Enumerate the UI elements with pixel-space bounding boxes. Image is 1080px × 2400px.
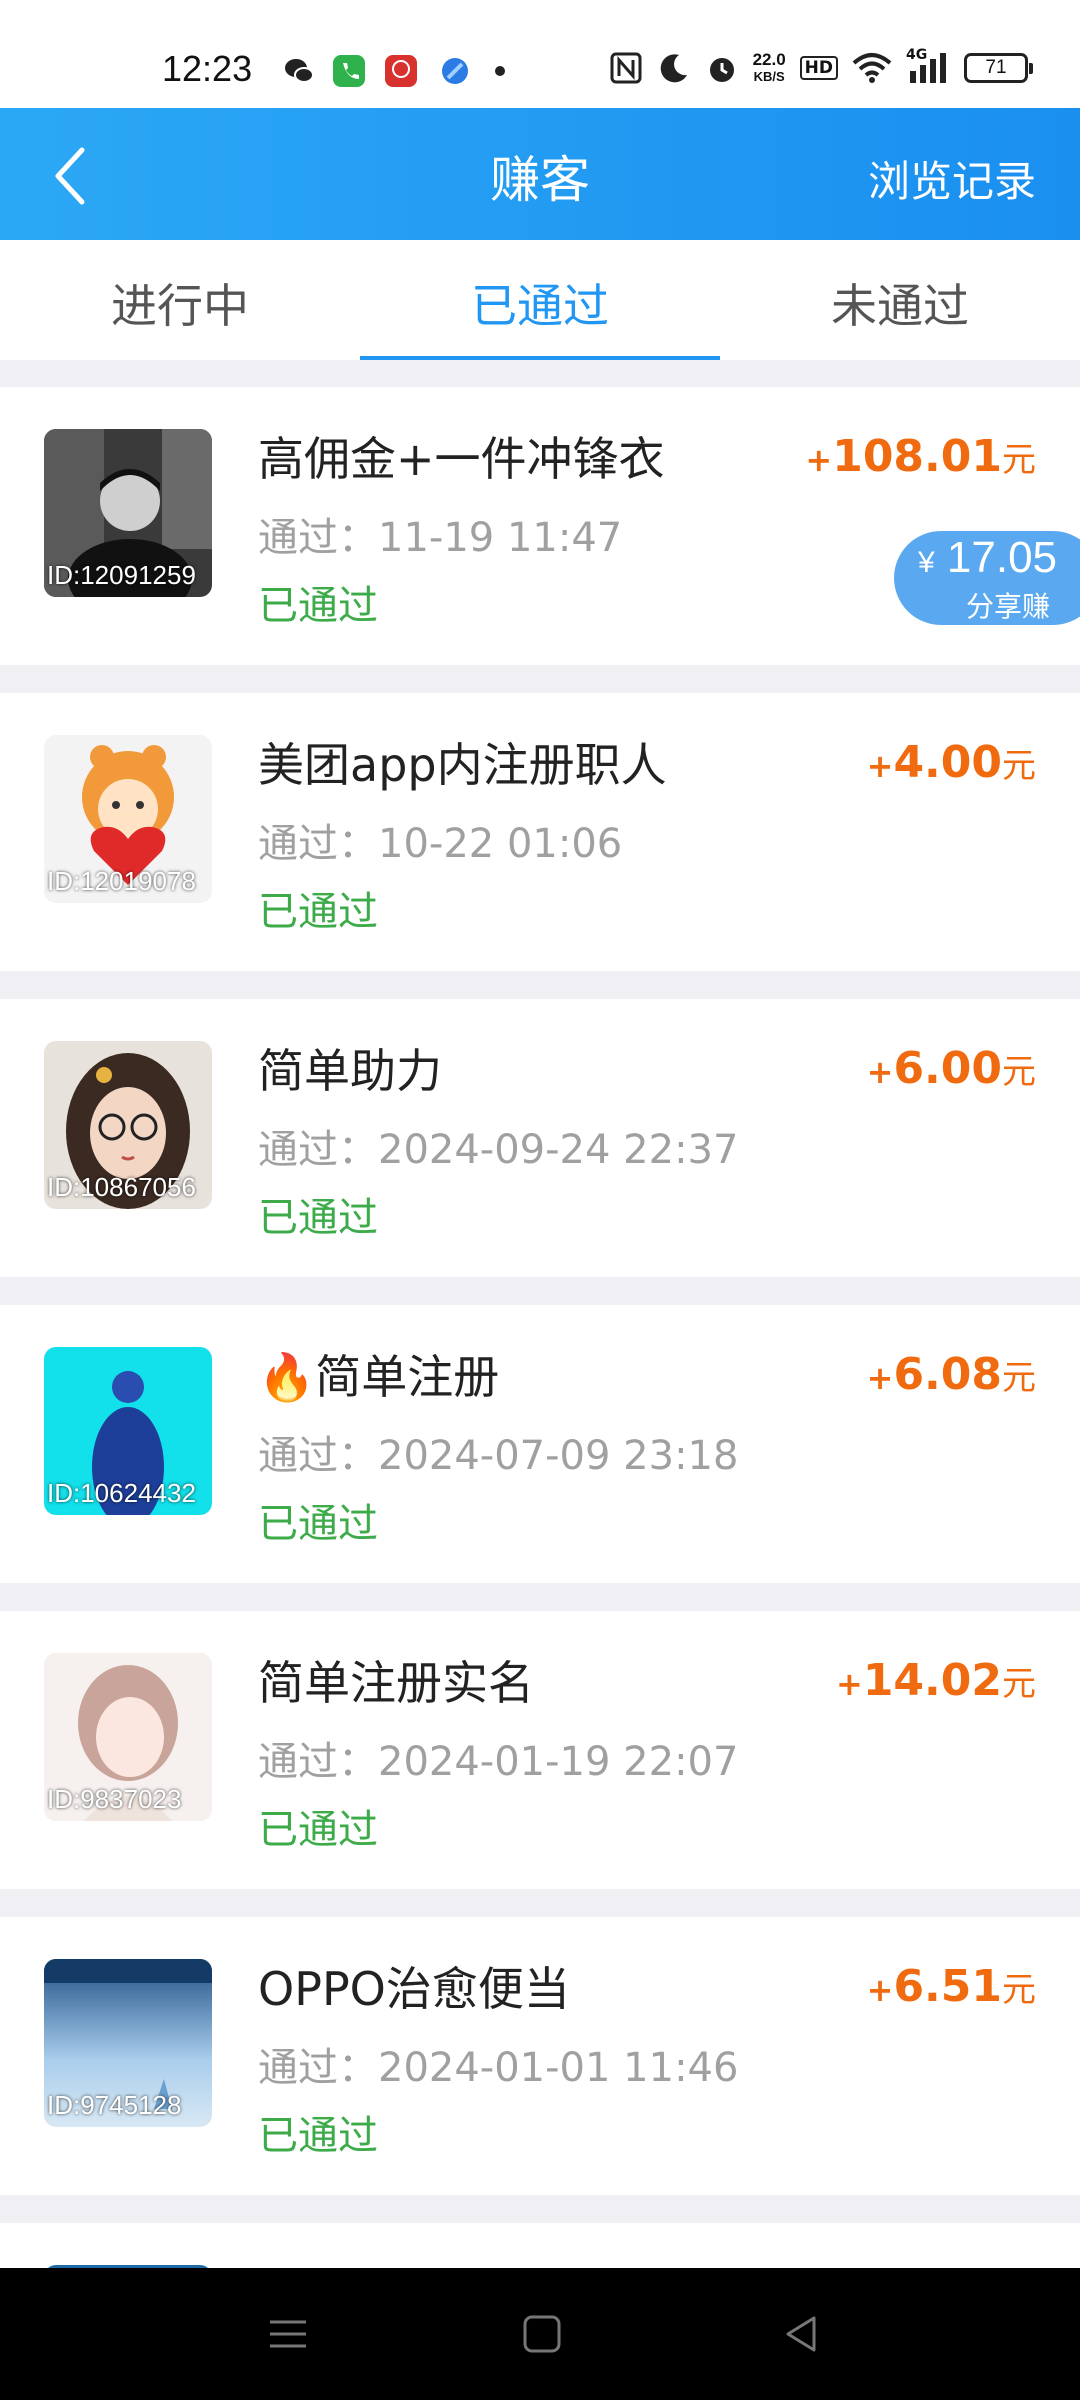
reward-amount: 14.02	[862, 1655, 1002, 1706]
task-title: 简单注册实名	[258, 1656, 534, 1710]
reward-unit: 元	[1002, 1358, 1036, 1398]
reward-unit: 元	[1002, 746, 1036, 786]
alarm-icon	[709, 58, 734, 82]
wifi-icon	[852, 53, 892, 83]
net-speed-unit: KB/S	[753, 69, 785, 84]
task-id: ID:10624432	[47, 1478, 196, 1508]
net-speed: 22.0 KB/S	[753, 51, 786, 85]
phone-icon	[333, 55, 365, 87]
system-nav-bar	[0, 2268, 1080, 2400]
task-status: 已通过	[258, 583, 378, 629]
reward-sign: +	[866, 1359, 894, 1397]
task-id: ID:9745128	[47, 2090, 182, 2120]
task-card[interactable]: ID:12019078 美团app内注册职人 通过：10-22 01:06 已通…	[0, 693, 1080, 971]
task-thumbnail: ID:10867056	[44, 1041, 212, 1209]
battery-level: 71	[985, 57, 1007, 78]
task-status: 已通过	[258, 889, 378, 935]
task-card[interactable]: ID:9745128 OPPO治愈便当 通过：2024-01-01 11:46 …	[0, 1917, 1080, 2195]
nfc-icon	[610, 52, 642, 84]
dot-icon	[495, 66, 505, 76]
home-icon[interactable]	[516, 2308, 568, 2360]
task-title: OPPO治愈便当	[258, 1962, 570, 2016]
share-currency: ¥	[918, 546, 935, 579]
task-pass-time: 通过：2024-01-01 11:46	[258, 2045, 739, 2091]
net-speed-value: 22.0	[752, 50, 786, 69]
browser-icon	[442, 58, 468, 84]
share-value: 17.05	[946, 533, 1058, 582]
task-thumbnail: ID:12019078	[44, 735, 212, 903]
task-pass-time: 通过：2024-07-09 23:18	[258, 1433, 739, 1479]
task-pass-time: 通过：11-19 11:47	[258, 515, 623, 561]
signal-icon	[910, 53, 946, 83]
task-title: 简单助力	[258, 1044, 442, 1098]
status-right: 22.0 KB/S HD 4G 71	[609, 47, 1033, 88]
battery-indicator: 71	[964, 53, 1033, 83]
task-id: ID:12091259	[47, 560, 196, 590]
tab-approved[interactable]: 已通过	[360, 240, 720, 360]
reward-sign: +	[805, 441, 833, 479]
wechat-icon	[285, 59, 314, 83]
reward-unit: 元	[1002, 1664, 1036, 1704]
status-time: 12:23	[162, 48, 253, 89]
task-reward: +14.02元	[836, 1655, 1036, 1706]
task-card[interactable]: ID:10624432 🔥简单注册 通过：2024-07-09 23:18 已通…	[0, 1305, 1080, 1583]
app-header: 赚客 浏览记录	[0, 108, 1080, 240]
task-reward: +4.00元	[867, 737, 1036, 788]
reward-amount: 4.00	[893, 737, 1002, 788]
task-title: 🔥简单注册	[258, 1350, 500, 1404]
menu-icon[interactable]	[262, 2308, 314, 2360]
reward-unit: 元	[1002, 440, 1036, 480]
task-status: 已通过	[258, 1501, 378, 1547]
task-card[interactable]: ID:12091259 高佣金+一件冲锋衣 通过：11-19 11:47 已通过…	[0, 387, 1080, 665]
task-pass-time: 通过：2024-09-24 22:37	[258, 1127, 739, 1173]
share-earn-button[interactable]: ¥ 17.05 分享赚	[894, 531, 1080, 625]
task-thumbnail: ID:9745128	[44, 1959, 212, 2127]
task-thumbnail: ID:12091259	[44, 429, 212, 597]
task-thumbnail: ID:9837023	[44, 1653, 212, 1821]
moon-icon	[660, 54, 687, 83]
back-icon[interactable]	[776, 2308, 828, 2360]
hd-badge: HD	[799, 56, 838, 80]
tab-bar: 进行中 已通过 未通过	[0, 240, 1080, 360]
task-title: 高佣金+一件冲锋衣	[258, 432, 665, 486]
tab-in-progress[interactable]: 进行中	[0, 240, 360, 360]
status-bar: 12:23 22.0 KB/S HD 4G 71	[0, 0, 1080, 108]
task-id: ID:12019078	[47, 866, 196, 896]
share-amount: ¥ 17.05	[918, 533, 1057, 583]
task-pass-time: 通过：10-22 01:06	[258, 821, 623, 867]
task-status: 已通过	[258, 2113, 378, 2159]
task-reward: +108.01元	[805, 431, 1036, 482]
task-reward: +6.51元	[867, 1961, 1036, 2012]
task-reward: +6.00元	[867, 1043, 1036, 1094]
task-title: 美团app内注册职人	[258, 738, 667, 792]
reward-unit: 元	[1002, 1970, 1036, 2010]
reward-sign: +	[866, 1053, 894, 1091]
reward-amount: 6.08	[893, 1349, 1002, 1400]
reward-amount: 108.01	[832, 431, 1002, 482]
app-icon	[385, 55, 417, 87]
reward-sign: +	[866, 747, 894, 785]
signal: 4G	[906, 47, 950, 85]
reward-amount: 6.00	[893, 1043, 1002, 1094]
task-pass-time: 通过：2024-01-19 22:07	[258, 1739, 739, 1785]
browse-history-link[interactable]: 浏览记录	[868, 148, 1036, 209]
reward-sign: +	[836, 1665, 863, 1703]
share-label: 分享赚	[966, 590, 1051, 623]
reward-unit: 元	[1002, 1052, 1036, 1092]
task-card[interactable]: ID:10867056 简单助力 通过：2024-09-24 22:37 已通过…	[0, 999, 1080, 1277]
tab-rejected[interactable]: 未通过	[720, 240, 1080, 360]
reward-sign: +	[866, 1971, 894, 2009]
reward-amount: 6.51	[893, 1961, 1002, 2012]
task-thumbnail: ID:10624432	[44, 1347, 212, 1515]
task-card[interactable]: ID:9837023 简单注册实名 通过：2024-01-19 22:07 已通…	[0, 1611, 1080, 1889]
task-reward: +6.08元	[867, 1349, 1036, 1400]
task-id: ID:10867056	[47, 1172, 196, 1202]
task-id: ID:9837023	[47, 1784, 182, 1814]
task-status: 已通过	[258, 1195, 378, 1241]
task-status: 已通过	[258, 1807, 378, 1853]
task-list: ID:12091259 高佣金+一件冲锋衣 通过：11-19 11:47 已通过…	[0, 387, 1080, 2331]
